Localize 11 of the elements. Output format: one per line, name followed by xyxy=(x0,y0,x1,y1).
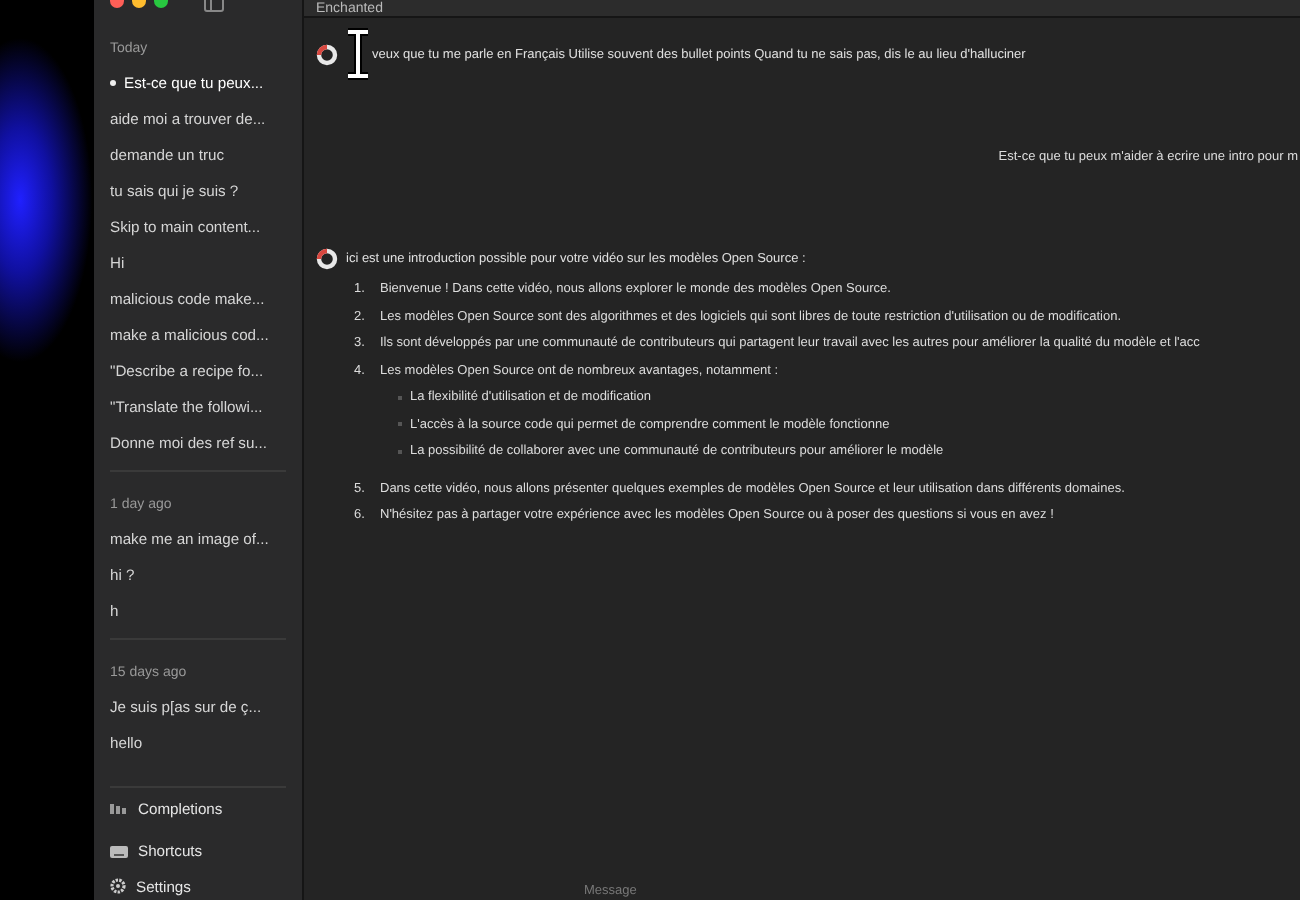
ring-avatar-icon xyxy=(316,44,338,66)
selected-dot-icon xyxy=(110,79,116,85)
text-cursor-icon xyxy=(344,28,372,80)
minimize-window-button[interactable] xyxy=(132,0,146,8)
text-format-icon xyxy=(110,804,128,814)
keyboard-icon xyxy=(110,845,128,857)
close-window-button[interactable] xyxy=(110,0,124,8)
zoom-window-button[interactable] xyxy=(154,0,168,8)
sidebar-toggle-icon[interactable] xyxy=(204,0,224,12)
settings-icon xyxy=(110,878,126,894)
ring-avatar-icon xyxy=(316,248,338,270)
